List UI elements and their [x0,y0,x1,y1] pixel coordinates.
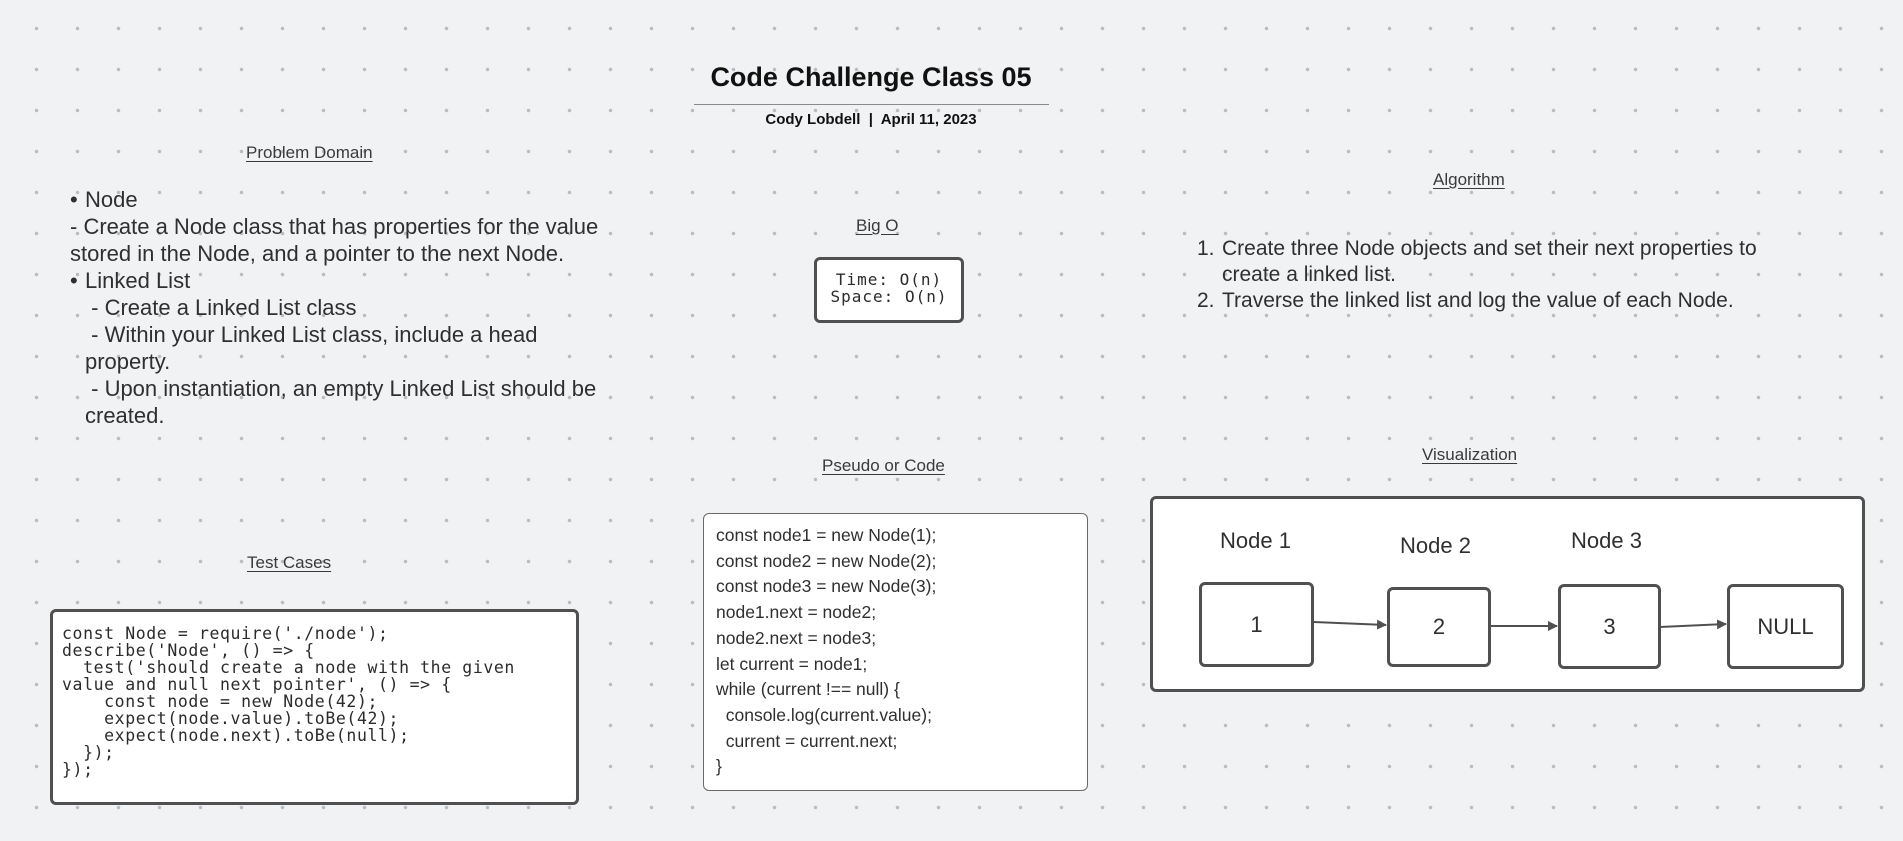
code-line: const node = new Node(42); [62,692,379,711]
bullet-title: Node [85,187,138,212]
code-line: expect(node.value).toBe(42); [62,709,400,728]
node-2-box: 2 [1387,587,1491,667]
step-text: Traverse the linked list and log the val… [1222,289,1734,312]
code-line: let current = node1; [716,653,868,674]
pseudo-code-box: const node1 = new Node(1); const node2 =… [703,513,1088,791]
page-subtitle: Cody Lobdell | April 11, 2023 [765,111,977,128]
node-3-box: 3 [1558,584,1661,669]
algorithm-list: 1. Create three Node objects and set the… [1197,236,1797,314]
code-line: value and null next pointer', () => { [62,675,452,694]
step-number: 2. [1197,289,1215,312]
node-2-label: Node 2 [1400,533,1471,558]
code-line: const Node = require('./node'); [62,624,389,643]
arrow-1-to-2 [1313,619,1387,630]
test-cases-box: const Node = require('./node'); describe… [50,609,579,805]
big-o-box: Time: O(n) Space: O(n) [814,257,964,323]
bullet-item-linked-list: Linked List - Create a Linked List class… [70,267,625,429]
code-line: current = current.next; [716,730,898,751]
bullet-item-node: Node - Create a Node class that has prop… [70,186,625,267]
page-title: Code Challenge Class 05 [710,62,1032,92]
bullet-line: - Within your Linked List class, include… [85,322,544,374]
bullet-title: Linked List [85,268,191,293]
problem-domain-list: Node - Create a Node class that has prop… [70,186,625,429]
problem-domain-heading: Problem Domain [246,143,373,162]
space-complexity: Space: O(n) [830,287,948,306]
algorithm-step: 2. Traverse the linked list and log the … [1197,288,1797,314]
code-line: expect(node.next).toBe(null); [62,726,410,745]
null-node-box: NULL [1727,584,1844,669]
pseudo-code-heading: Pseudo or Code [822,456,945,475]
step-number: 1. [1197,237,1215,260]
code-line: console.log(current.value); [716,704,932,725]
code-line: const node2 = new Node(2); [716,550,937,571]
bullet-line: - Create a Node class that has propertie… [70,214,605,266]
code-line: } [716,756,722,777]
time-complexity: Time: O(n) [835,270,943,289]
node-3-label: Node 3 [1571,528,1642,553]
code-line: test('should create a node with the give… [62,658,515,677]
code-line: }); [62,760,94,779]
code-line: node2.next = node3; [716,627,877,648]
visualization-heading: Visualization [1422,445,1518,464]
bullet-line: - Upon instantiation, an empty Linked Li… [85,376,603,428]
visualization-box: Node 1 Node 2 Node 3 1 2 3 NULL [1150,496,1865,692]
node-1-box: 1 [1199,582,1314,667]
title-divider [694,104,1049,105]
code-line: }); [62,743,115,762]
big-o-heading: Big O [856,216,899,235]
code-line: describe('Node', () => { [62,641,315,660]
code-line: const node1 = new Node(1); [716,525,937,545]
test-cases-heading: Test Cases [247,553,332,572]
code-line: while (current !== null) { [716,679,900,700]
algorithm-heading: Algorithm [1433,170,1505,189]
node-1-label: Node 1 [1220,528,1291,553]
code-line: node1.next = node2; [716,602,877,623]
code-line: const node3 = new Node(3); [716,576,937,597]
step-text: Create three Node objects and set their … [1222,237,1757,286]
arrow-3-to-null [1659,619,1727,630]
bullet-line: - Create a Linked List class [85,295,357,320]
algorithm-step: 1. Create three Node objects and set the… [1197,236,1797,288]
